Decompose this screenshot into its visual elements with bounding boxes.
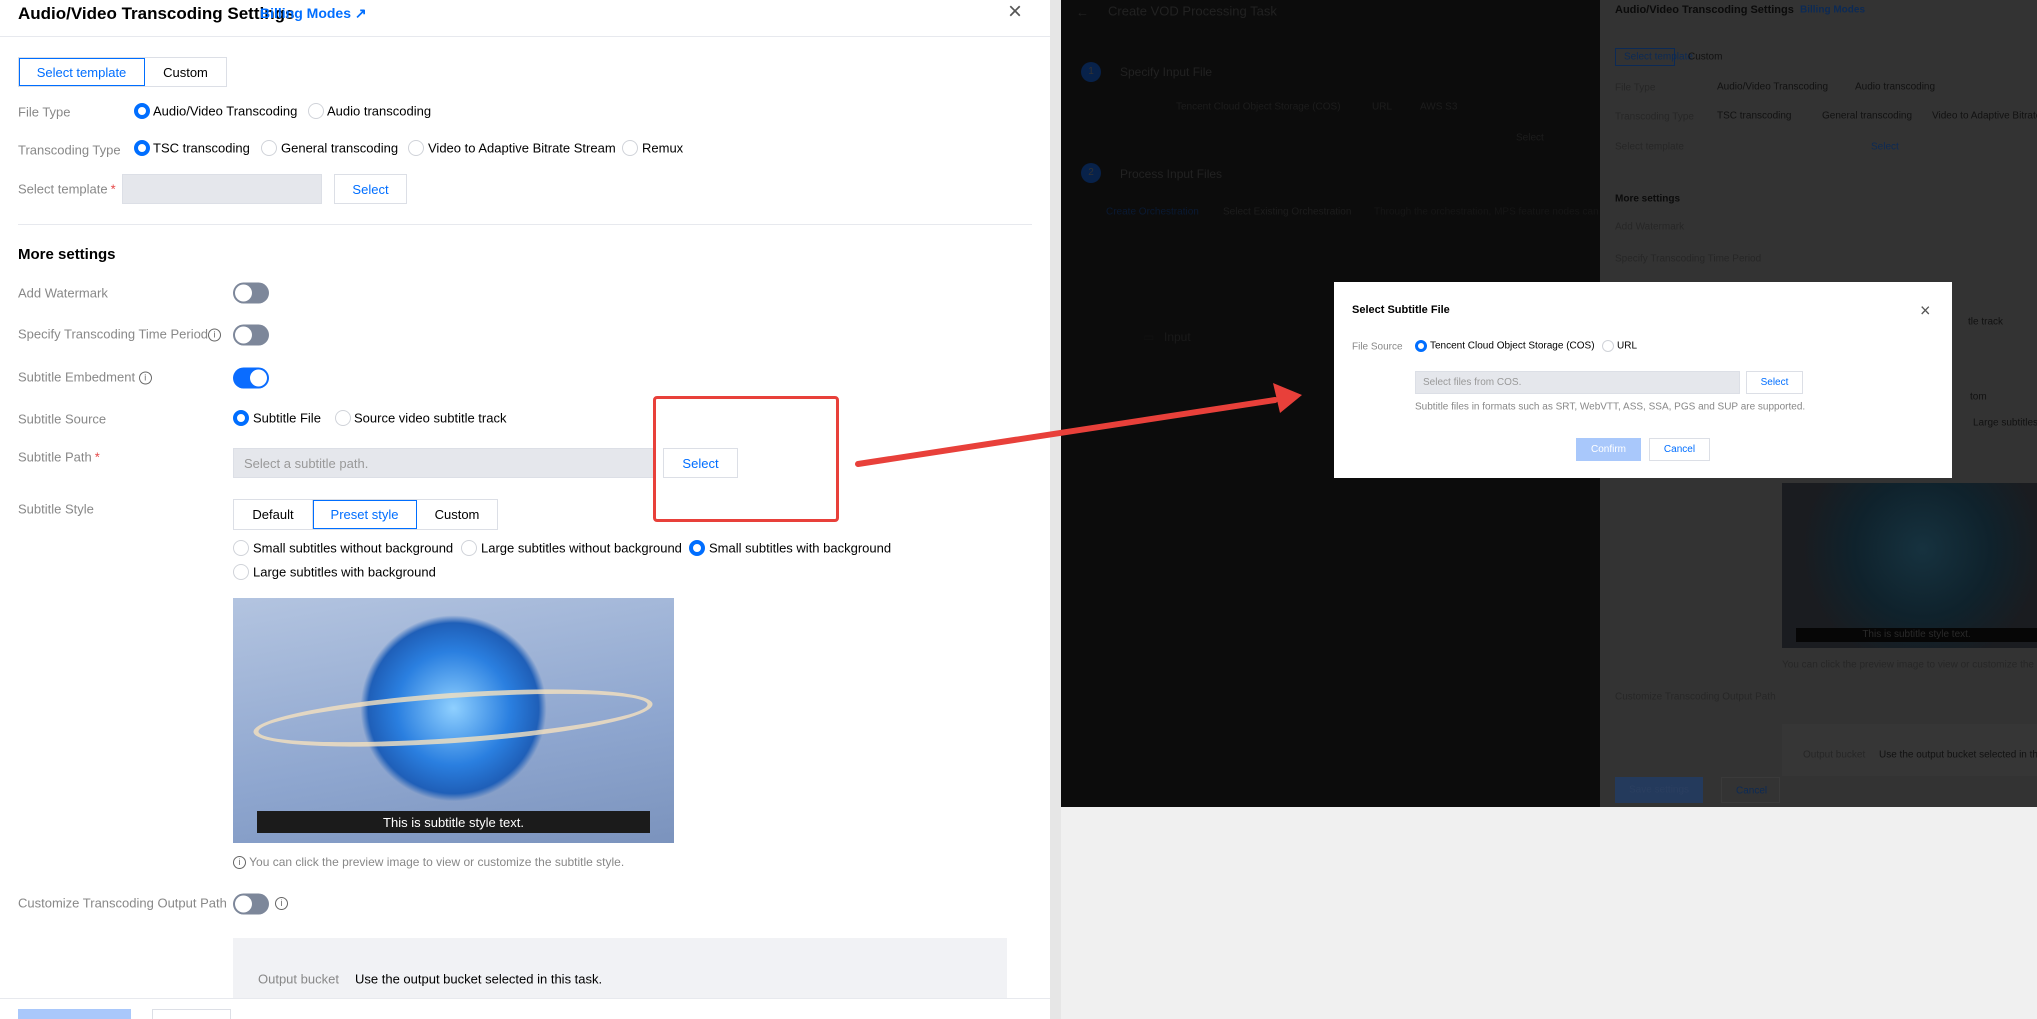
annotation-arrow bbox=[855, 383, 1302, 467]
arrow-head-icon bbox=[1273, 383, 1302, 413]
arrow-shaft bbox=[855, 397, 1278, 467]
